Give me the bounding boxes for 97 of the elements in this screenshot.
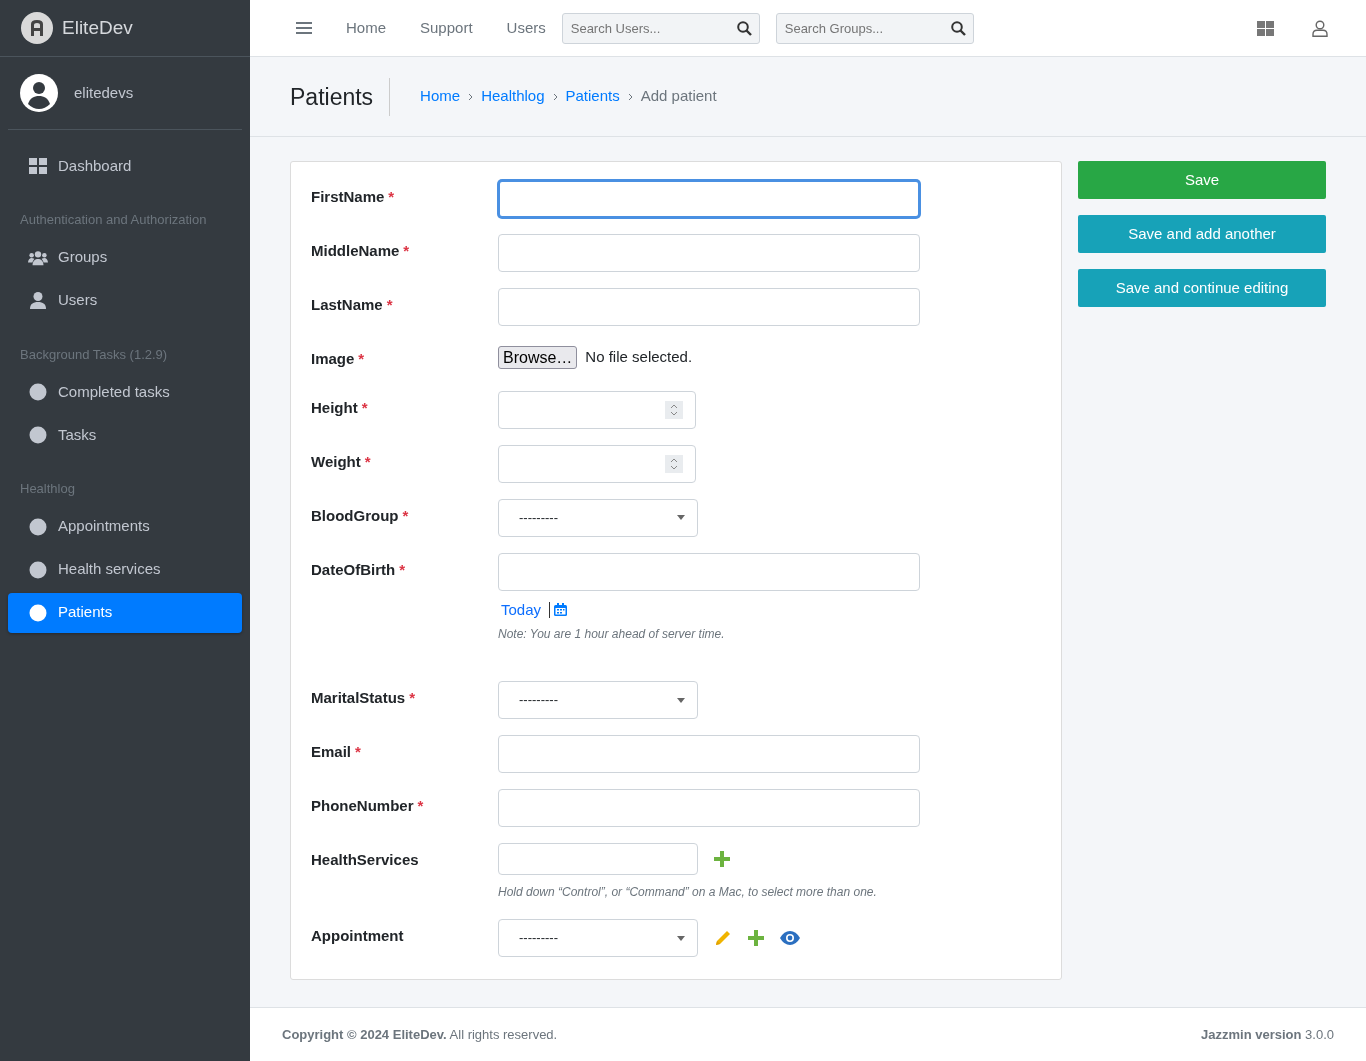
- field-label: DateOfBirth: [311, 560, 396, 578]
- text-input[interactable]: [498, 735, 920, 773]
- spinner-icon[interactable]: [665, 400, 683, 419]
- caret-icon: [677, 935, 685, 941]
- user-icon[interactable]: [1312, 19, 1328, 37]
- browse-button[interactable]: Browse…: [498, 346, 578, 369]
- field-label: PhoneNumber: [311, 797, 414, 814]
- circle-icon: [29, 560, 47, 579]
- breadcrumb-link[interactable]: Healthlog: [481, 85, 545, 108]
- sidebar-item[interactable]: Patients: [8, 592, 242, 633]
- field-label: Height: [311, 398, 358, 416]
- number-input[interactable]: [498, 444, 696, 483]
- section-header: Authentication and Authorization: [19, 211, 208, 229]
- required-mark: *: [399, 560, 405, 578]
- field-label: BloodGroup: [311, 506, 399, 524]
- chevron-icon: [552, 92, 558, 101]
- help-text: Hold down “Control”, or “Command” on a Mac, to select more than one.: [498, 884, 877, 901]
- caret-icon: [677, 697, 685, 703]
- calendar-icon[interactable]: [554, 603, 568, 617]
- required-mark: *: [402, 506, 409, 524]
- search-field[interactable]: Search Groups...: [775, 12, 974, 44]
- plus-icon[interactable]: [748, 930, 764, 946]
- help-text: Note: You are 1 hour ahead of server time.: [498, 626, 726, 643]
- required-mark: *: [361, 398, 368, 416]
- sidebar-item[interactable]: Health services: [8, 549, 242, 590]
- required-mark: *: [355, 743, 361, 760]
- brand-name: EliteDev: [62, 15, 133, 40]
- field-label: Email: [311, 743, 352, 760]
- sidebar-item[interactable]: Dashboard: [8, 146, 242, 186]
- field-label: MiddleName: [311, 242, 400, 259]
- select-field[interactable]: ---------: [498, 681, 698, 719]
- nav-link[interactable]: Users: [506, 16, 546, 40]
- field-label: Image: [311, 350, 355, 367]
- page-title: Patients: [290, 77, 391, 116]
- select-value: ---------: [519, 691, 558, 710]
- text-input[interactable]: [498, 180, 920, 218]
- breadcrumb-current: Add patient: [640, 86, 717, 107]
- text-input[interactable]: [498, 789, 920, 827]
- select-value: ---------: [519, 929, 558, 948]
- required-mark: *: [364, 452, 371, 470]
- dashboard-icon: [29, 158, 47, 174]
- sidebar-item[interactable]: Groups: [8, 237, 242, 278]
- spinner-icon[interactable]: [665, 454, 683, 473]
- text-input[interactable]: [498, 234, 920, 272]
- required-mark: *: [358, 350, 365, 367]
- sidebar-item[interactable]: Appointments: [8, 506, 242, 547]
- breadcrumb-link[interactable]: Home: [420, 85, 461, 108]
- circle-icon: [29, 383, 47, 401]
- select-field[interactable]: ---------: [498, 919, 698, 957]
- breadcrumb-link[interactable]: Patients: [565, 85, 620, 108]
- sidebar-item[interactable]: Completed tasks: [8, 372, 242, 412]
- required-mark: *: [386, 296, 393, 313]
- field-label: LastName: [311, 296, 383, 313]
- required-mark: *: [409, 689, 416, 706]
- required-mark: *: [417, 797, 424, 814]
- chevron-icon: [468, 92, 474, 101]
- text-input[interactable]: [498, 288, 920, 326]
- field-label: MaritalStatus: [311, 689, 406, 706]
- circle-icon: [29, 603, 47, 622]
- field-label: Appointment: [311, 927, 404, 944]
- search-icon[interactable]: [736, 20, 752, 36]
- menu-icon[interactable]: [296, 21, 312, 35]
- multi-select-field[interactable]: [498, 843, 698, 875]
- version-text: Jazzmin version 3.0.0: [1201, 1025, 1334, 1044]
- required-mark: *: [388, 188, 395, 205]
- circle-icon: [29, 517, 47, 536]
- field-label: Weight: [311, 452, 361, 470]
- field-label: HealthServices: [311, 851, 419, 868]
- number-input[interactable]: [498, 390, 696, 429]
- users-icon: [28, 249, 48, 266]
- copyright-text: Copyright © 2024 EliteDev. All rights reserved.: [282, 1025, 558, 1044]
- user-icon: [30, 292, 46, 309]
- search-icon[interactable]: [950, 20, 966, 36]
- sidebar-item[interactable]: Tasks: [8, 415, 242, 455]
- logo-icon: [20, 11, 54, 45]
- pencil-icon[interactable]: [714, 929, 732, 947]
- nav-link[interactable]: Home: [346, 16, 386, 40]
- search-field[interactable]: Search Users...: [561, 12, 760, 44]
- section-header: Background Tasks (1.2.9): [19, 345, 169, 364]
- text-input[interactable]: [498, 552, 920, 591]
- today-link[interactable]: Today: [501, 598, 542, 621]
- caret-icon: [677, 515, 685, 520]
- file-status: No file selected.: [585, 347, 693, 368]
- nav-link[interactable]: Support: [420, 16, 473, 40]
- required-mark: *: [403, 242, 410, 259]
- field-label: FirstName: [311, 188, 385, 205]
- sidebar-item[interactable]: Users: [8, 280, 242, 321]
- select-value: ---------: [519, 508, 558, 527]
- chevron-icon: [627, 92, 633, 101]
- user-name[interactable]: elitedevs: [74, 81, 134, 105]
- select-field[interactable]: ---------: [498, 498, 698, 537]
- avatar-icon: [20, 74, 58, 112]
- circle-icon: [29, 426, 47, 444]
- eye-icon[interactable]: [780, 931, 800, 945]
- plus-icon[interactable]: [714, 851, 730, 867]
- section-header: Healthlog: [19, 480, 76, 498]
- grid-icon[interactable]: [1257, 20, 1274, 36]
